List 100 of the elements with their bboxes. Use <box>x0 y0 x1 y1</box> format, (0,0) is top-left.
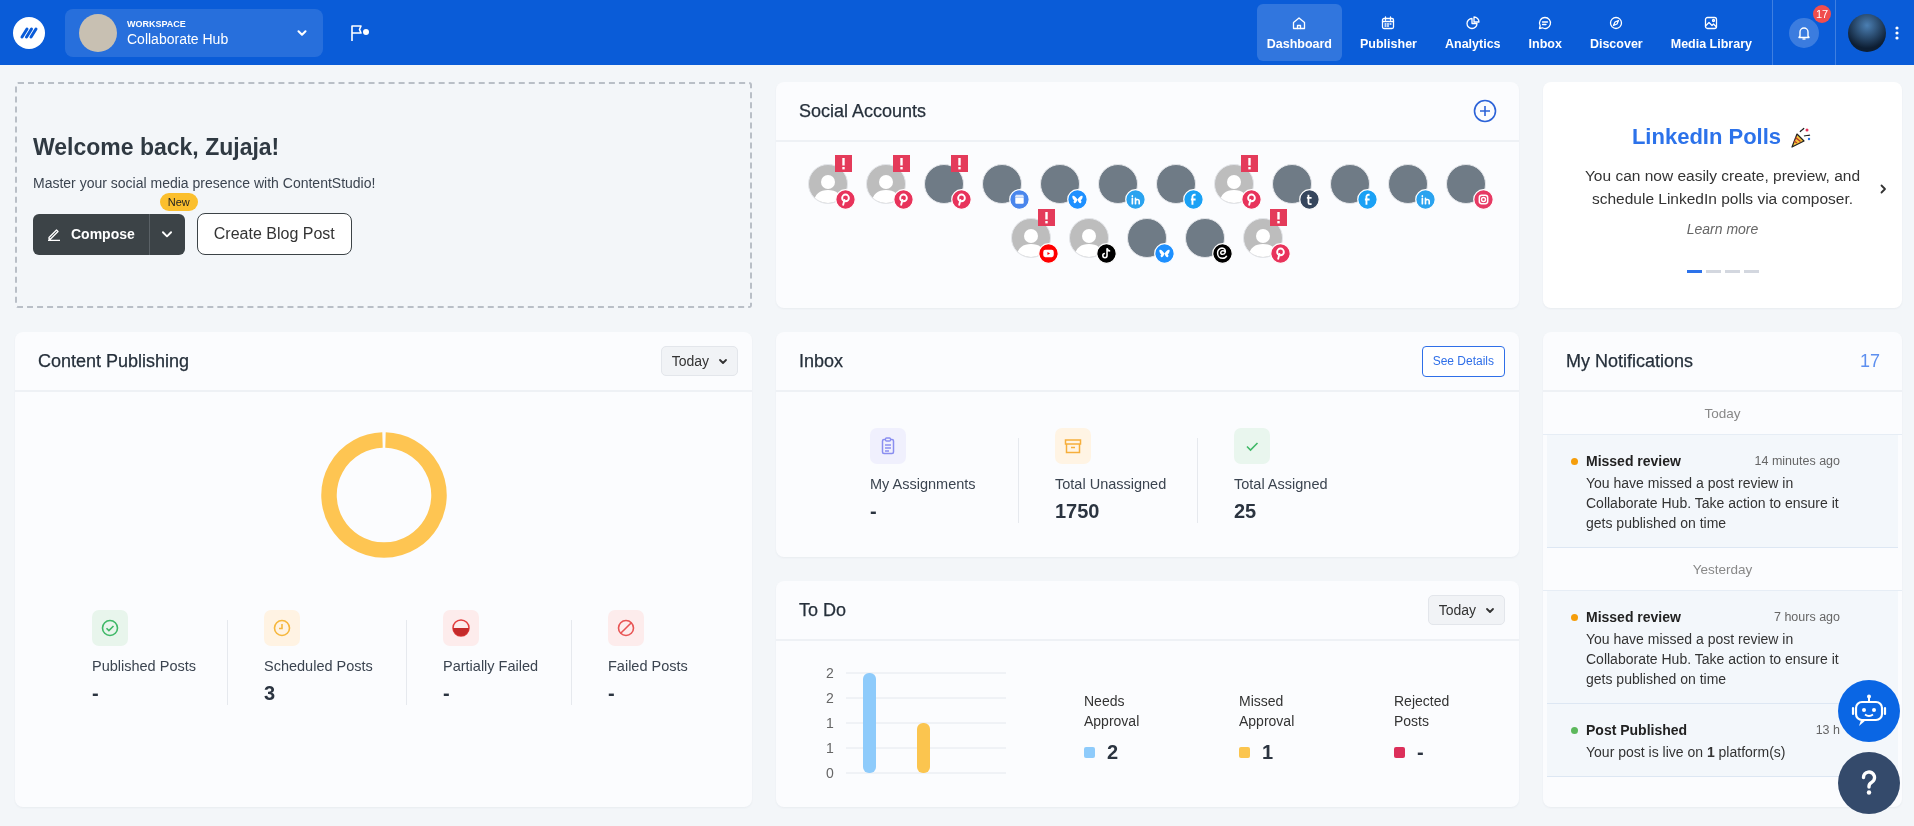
platform-badge-icon <box>1414 189 1436 210</box>
chart-bar <box>917 723 930 773</box>
nav-tab[interactable]: Inbox <box>1518 4 1572 61</box>
date-group-label: Yesterday <box>1692 561 1753 577</box>
robot-icon <box>1851 694 1887 728</box>
stat-label: Failed Posts <box>608 658 688 674</box>
notification-text: Your post is live on 1 platform(s) <box>1586 743 1787 762</box>
nav-tab[interactable]: Publisher <box>1350 4 1427 61</box>
prohibited-icon <box>608 610 644 646</box>
notification-time: 14 minutes ago <box>1754 454 1840 468</box>
notification-count-badge: 17 <box>1813 4 1831 23</box>
question-mark-icon <box>1860 770 1878 796</box>
legend-label: Missed Approval <box>1239 692 1296 731</box>
stat-value: 3 <box>264 682 276 705</box>
platform-badge-icon <box>1211 243 1233 264</box>
create-blog-post-button[interactable]: Create Blog Post <box>196 213 352 255</box>
avatar-photo[interactable] <box>1184 218 1225 258</box>
platform-badge-icon <box>1298 189 1320 210</box>
avatar-photo[interactable] <box>1271 164 1312 204</box>
platform-badge-icon <box>1182 189 1204 210</box>
notification-text: You have missed a post review in Collaborate Hub. Take action to ensure it gets published on time <box>1586 630 1840 689</box>
axis-tick-label: 0 <box>826 765 834 781</box>
notification-time: 7 hours ago <box>1773 610 1840 624</box>
stat-value: - <box>443 682 450 705</box>
platform-badge-icon <box>950 189 972 210</box>
legend-label: Rejected Posts <box>1394 692 1451 731</box>
more-icon[interactable] <box>1894 24 1900 41</box>
nav-tab[interactable]: Dashboard <box>1256 4 1342 61</box>
legend-value: - <box>1417 741 1424 764</box>
card-title: Inbox <box>799 350 844 372</box>
platform-badge-icon <box>1240 189 1262 210</box>
compose-options-button[interactable] <box>148 213 185 255</box>
account-avatar[interactable] <box>1068 218 1109 258</box>
stat-value: - <box>608 682 615 705</box>
stat-label: Total Unassigned <box>1055 476 1167 492</box>
platform-badge-icon <box>1472 189 1494 210</box>
stat-label: Published Posts <box>92 658 196 674</box>
nav-tab[interactable]: Analytics <box>1434 4 1511 61</box>
check-icon <box>1234 428 1270 464</box>
notification-count: 17 <box>1859 350 1880 372</box>
stat-value: - <box>870 500 877 523</box>
workspace-name: Collaborate Hub <box>127 30 229 47</box>
new-badge: New <box>159 192 198 211</box>
stat-label: My Assignments <box>870 476 976 492</box>
see-details-button[interactable]: See Details <box>1421 345 1505 377</box>
platform-badge-icon <box>1066 189 1088 210</box>
notification-title: Missed review <box>1586 609 1681 625</box>
clipboard-icon <box>870 428 906 464</box>
notification-text: You have missed a post review in Collaborate Hub. Take action to ensure it gets published on time <box>1586 474 1840 533</box>
platform-badge-icon <box>1095 243 1117 264</box>
notification-title: Missed review <box>1586 453 1681 469</box>
carousel-indicator[interactable] <box>1686 269 1702 273</box>
period-dropdown[interactable]: Today <box>660 346 738 376</box>
nav-tab[interactable]: Discover <box>1579 4 1653 61</box>
stat-value: - <box>92 682 99 705</box>
workspace-switcher[interactable]: WORKSPACE Collaborate Hub <box>65 8 323 57</box>
stat-label: Partially Failed <box>443 658 539 674</box>
bell-icon <box>1796 24 1812 41</box>
axis-tick-label: 1 <box>826 715 834 731</box>
calendar-icon <box>1380 14 1397 31</box>
image-icon <box>1703 14 1720 31</box>
stat-value: 25 <box>1234 500 1257 523</box>
add-icon[interactable] <box>1473 99 1497 123</box>
logo-icon <box>13 16 45 49</box>
platform-badge-icon <box>1124 189 1146 210</box>
notification-item[interactable]: Missed review 14 minutes ago You have missed a post review in Collaborate Hub. Take action to ensure it gets published on time <box>1547 435 1898 548</box>
platform-badge-icon <box>834 189 856 210</box>
avatar-photo <box>79 13 117 52</box>
axis-tick-label: 2 <box>826 665 834 681</box>
axis-tick-label: 1 <box>826 740 834 756</box>
notification-title: Post Published <box>1586 722 1688 738</box>
clock-icon <box>264 610 300 646</box>
announcement-text: You can now easily create, preview, and schedule LinkedIn polls via composer. <box>1583 166 1862 210</box>
pie-chart-icon <box>1464 14 1481 31</box>
legend-label: Needs Approval <box>1084 692 1141 731</box>
user-avatar[interactable] <box>1848 13 1886 52</box>
notifications-button[interactable] <box>1789 17 1819 48</box>
platform-badge-icon <box>1037 243 1059 264</box>
chat-bubble-icon <box>1537 14 1554 31</box>
platform-badge-icon <box>892 189 914 210</box>
card-title: My Notifications <box>1566 350 1694 372</box>
date-group-label: Today <box>1704 405 1741 421</box>
welcome-subtitle: Master your social media presence with ContentStudio! <box>33 175 377 191</box>
welcome-heading: Welcome back, Zujaja! <box>33 134 281 161</box>
axis-tick-label: 2 <box>826 690 834 706</box>
compass-icon <box>1608 14 1625 31</box>
legend-value: 2 <box>1107 741 1119 764</box>
platform-badge-icon <box>1153 243 1175 264</box>
notification-item[interactable]: Missed review 7 hours ago You have missed a post review in Collaborate Hub. Take action to ensure it gets published on time <box>1547 591 1898 704</box>
legend-value: 1 <box>1262 741 1274 764</box>
compose-button[interactable]: Compose <box>33 213 149 255</box>
nav-tab[interactable]: Media Library <box>1660 4 1762 61</box>
card-title: Social Accounts <box>799 100 927 122</box>
stat-value: 1750 <box>1055 500 1100 523</box>
card-title: Content Publishing <box>38 350 190 372</box>
platform-badge-icon <box>1008 189 1030 210</box>
workspace-label: WORKSPACE <box>127 18 186 29</box>
period-dropdown[interactable]: Today <box>1427 595 1505 625</box>
pencil-icon <box>47 227 61 241</box>
learn-more-link[interactable]: Learn more <box>1686 220 1759 237</box>
